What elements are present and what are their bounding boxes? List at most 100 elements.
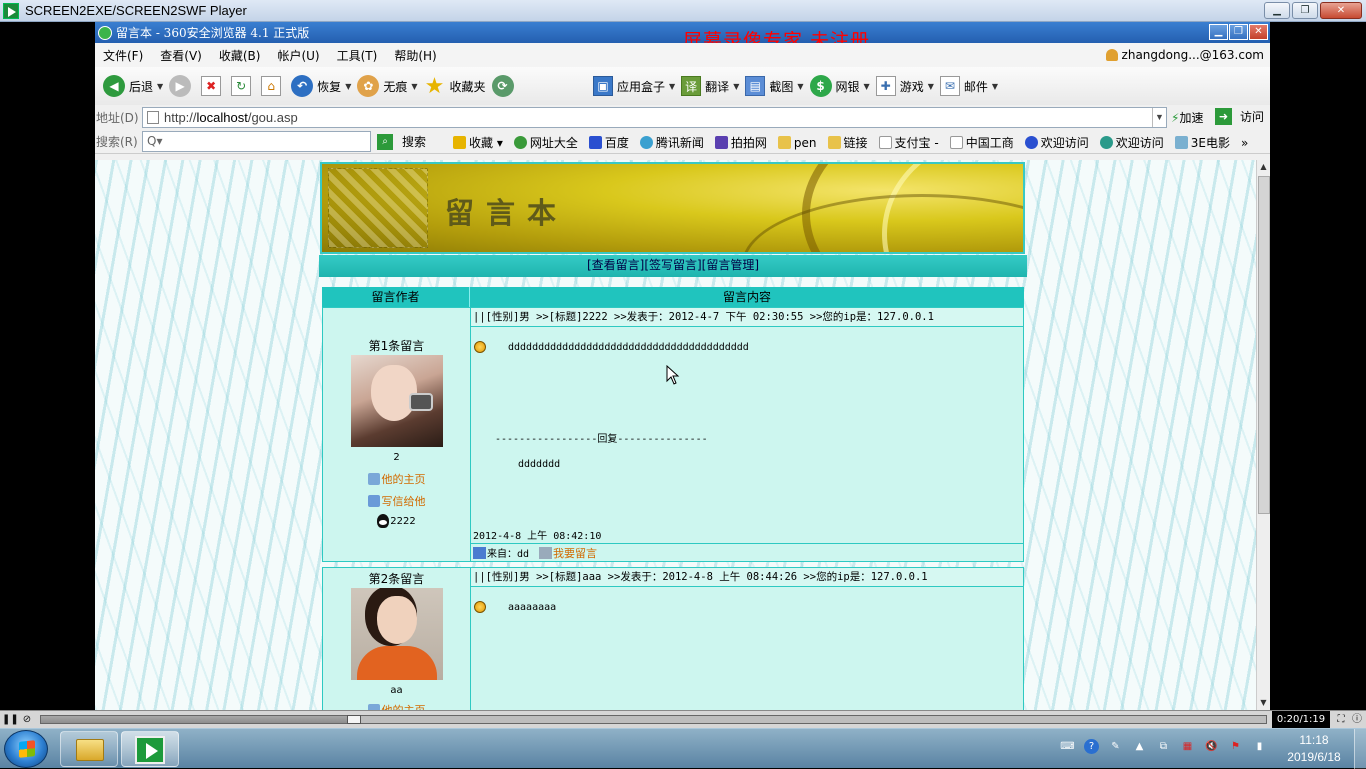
translate-dropdown-icon[interactable]: ▼ <box>733 82 739 91</box>
traceless-button[interactable]: ✿ 无痕 ▼ <box>357 75 418 97</box>
fav-paipai[interactable]: 拍拍网 <box>714 134 767 151</box>
fav-tencent-news[interactable]: 腾讯新闻 <box>639 134 704 151</box>
author-mail-link[interactable]: 写信给他 <box>323 493 470 509</box>
fav-url-directory[interactable]: 网址大全 <box>513 134 578 151</box>
flag-icon[interactable]: ⚑ <box>1228 739 1243 754</box>
menu-tools[interactable]: 工具(T) <box>337 47 378 64</box>
games-dropdown-icon[interactable]: ▼ <box>928 82 934 91</box>
menu-view[interactable]: 查看(V) <box>160 47 202 64</box>
author-qq[interactable]: 2222 <box>323 514 470 528</box>
translate-button[interactable]: 译 翻译 ▼ <box>681 76 739 96</box>
scroll-up-icon[interactable]: ▲ <box>1257 160 1270 174</box>
mail-dropdown-icon[interactable]: ▼ <box>992 82 998 91</box>
taskbar-player[interactable] <box>121 731 179 767</box>
pause-icon[interactable]: ❚❚ <box>2 713 19 727</box>
settings-icon[interactable]: ⊘ <box>20 713 34 727</box>
home-button[interactable]: ⌂ <box>261 76 285 96</box>
app-box-dropdown-icon[interactable]: ▼ <box>669 82 675 91</box>
col-author-header: 留言作者 <box>322 287 470 307</box>
menu-help[interactable]: 帮助(H) <box>394 47 436 64</box>
restore-dropdown-icon[interactable]: ▼ <box>345 82 351 91</box>
search-button[interactable]: ⌕ 搜索 <box>377 133 426 150</box>
accelerate-button[interactable]: ⚡加速 <box>1171 109 1203 126</box>
fav-pen[interactable]: pen <box>777 134 817 151</box>
refresh-button[interactable]: ↻ <box>231 76 255 96</box>
bank-button[interactable]: $ 网银 ▼ <box>809 75 870 97</box>
info-icon[interactable]: ⓘ <box>1350 713 1364 727</box>
menu-favorites[interactable]: 收藏(B) <box>219 47 261 64</box>
minimize-button[interactable]: ▁ <box>1264 2 1290 19</box>
fav-folder-icon <box>777 136 791 149</box>
mail-button[interactable]: ✉ 邮件 ▼ <box>939 76 998 96</box>
scroll-thumb[interactable] <box>1258 176 1270 514</box>
security-icon[interactable]: ▦ <box>1180 739 1195 754</box>
back-dropdown-icon[interactable]: ▼ <box>157 82 163 91</box>
start-button[interactable] <box>4 730 48 768</box>
fav-collect[interactable]: 收藏 ▾ <box>453 134 503 151</box>
computer-icon <box>473 546 486 559</box>
fav-alipay[interactable]: 支付宝 - <box>878 134 939 151</box>
author-homepage-link[interactable]: 他的主页 <box>323 471 470 487</box>
clock[interactable]: 11:18 2019/6/18 <box>1276 732 1352 766</box>
fav-baidu[interactable]: 百度 <box>588 134 629 151</box>
keyboard-icon[interactable]: ⌨ <box>1060 739 1075 754</box>
seek-bar[interactable] <box>40 715 1267 724</box>
browser-restore-button[interactable]: ❐ <box>1229 24 1248 40</box>
sync-icon: ⟳ <box>491 75 514 97</box>
leave-message-link[interactable]: 我要留言 <box>539 545 597 561</box>
browser-close-button[interactable]: ✕ <box>1249 24 1268 40</box>
address-dropdown-icon[interactable]: ▼ <box>1152 108 1166 127</box>
seek-knob[interactable] <box>347 715 361 724</box>
guestbook-nav[interactable]: [查看留言][签写留言][留言管理] <box>319 255 1027 277</box>
fullscreen-icon[interactable]: ⛶ <box>1334 713 1348 727</box>
show-desktop-button[interactable] <box>1354 729 1366 769</box>
go-button[interactable]: ➜ 访问 <box>1215 108 1264 125</box>
address-input[interactable]: http://localhost/gou.asp ▼ <box>142 107 1167 128</box>
translate-icon: 译 <box>681 76 702 96</box>
fav-more[interactable]: » <box>1241 134 1248 151</box>
back-button[interactable]: ◀ 后退 ▼ <box>103 75 163 97</box>
help-icon[interactable]: ? <box>1084 739 1099 754</box>
go-arrow-icon: ➜ <box>1215 108 1232 125</box>
scroll-down-icon[interactable]: ▼ <box>1257 696 1270 710</box>
sync-button[interactable]: ⟳ <box>491 75 518 97</box>
page-scrollbar[interactable]: ▲ ▼ <box>1256 160 1270 710</box>
fav-welcome-1[interactable]: 欢迎访问 <box>1024 134 1089 151</box>
network-device-icon[interactable]: ⧉ <box>1156 739 1171 754</box>
menu-account[interactable]: 帐户(U) <box>277 47 319 64</box>
address-path: /gou.asp <box>247 110 298 125</box>
taskbar-explorer[interactable] <box>60 731 118 767</box>
traceless-dropdown-icon[interactable]: ▼ <box>411 82 417 91</box>
search-input[interactable]: Q▾ <box>142 131 371 152</box>
fav-icbc[interactable]: 中国工商 <box>949 134 1014 151</box>
fav-film-icon <box>1174 136 1188 149</box>
screenshot-button[interactable]: ▤ 截图 ▼ <box>745 76 804 96</box>
fav-links[interactable]: 链接 <box>827 134 868 151</box>
games-button[interactable]: ✚ 游戏 ▼ <box>875 76 934 96</box>
browser-minimize-button[interactable]: ▁ <box>1209 24 1228 40</box>
user-account[interactable]: zhangdong...@163.com <box>1105 48 1264 62</box>
restore-button[interactable]: ↶ 恢复 ▼ <box>291 75 351 97</box>
mail-icon: ✉ <box>939 76 960 96</box>
close-button[interactable]: ✕ <box>1320 2 1362 19</box>
forward-button[interactable]: ▶ <box>169 75 195 97</box>
pen-icon[interactable]: ✎ <box>1108 739 1123 754</box>
maximize-button[interactable]: ❐ <box>1292 2 1318 19</box>
fav-label: 中国工商 <box>965 136 1014 150</box>
author-homepage-link[interactable]: 他的主页 <box>323 702 470 710</box>
menu-file[interactable]: 文件(F) <box>103 47 143 64</box>
volume-muted-icon[interactable]: 🔇 <box>1204 739 1219 754</box>
bank-dropdown-icon[interactable]: ▼ <box>864 82 870 91</box>
fav-welcome-2[interactable]: 欢迎访问 <box>1099 134 1164 151</box>
signal-icon[interactable]: ▮ <box>1252 739 1267 754</box>
nav-links[interactable]: [查看留言][签写留言][留言管理] <box>587 258 759 272</box>
favorites-button[interactable]: ★ 收藏夹 <box>424 74 486 99</box>
message-footer: 来自：dd 我要留言 <box>471 543 1023 561</box>
stop-button[interactable]: ✖ <box>201 76 225 96</box>
message-text-line: aaaaaaaa <box>474 601 556 613</box>
screenshot-dropdown-icon[interactable]: ▼ <box>797 82 803 91</box>
tray-expand-icon[interactable]: ▲ <box>1132 739 1147 754</box>
app-box-button[interactable]: ▣ 应用盒子 ▼ <box>593 76 675 96</box>
fav-3e-movie[interactable]: 3E电影 <box>1174 134 1230 151</box>
write-icon <box>539 546 553 559</box>
